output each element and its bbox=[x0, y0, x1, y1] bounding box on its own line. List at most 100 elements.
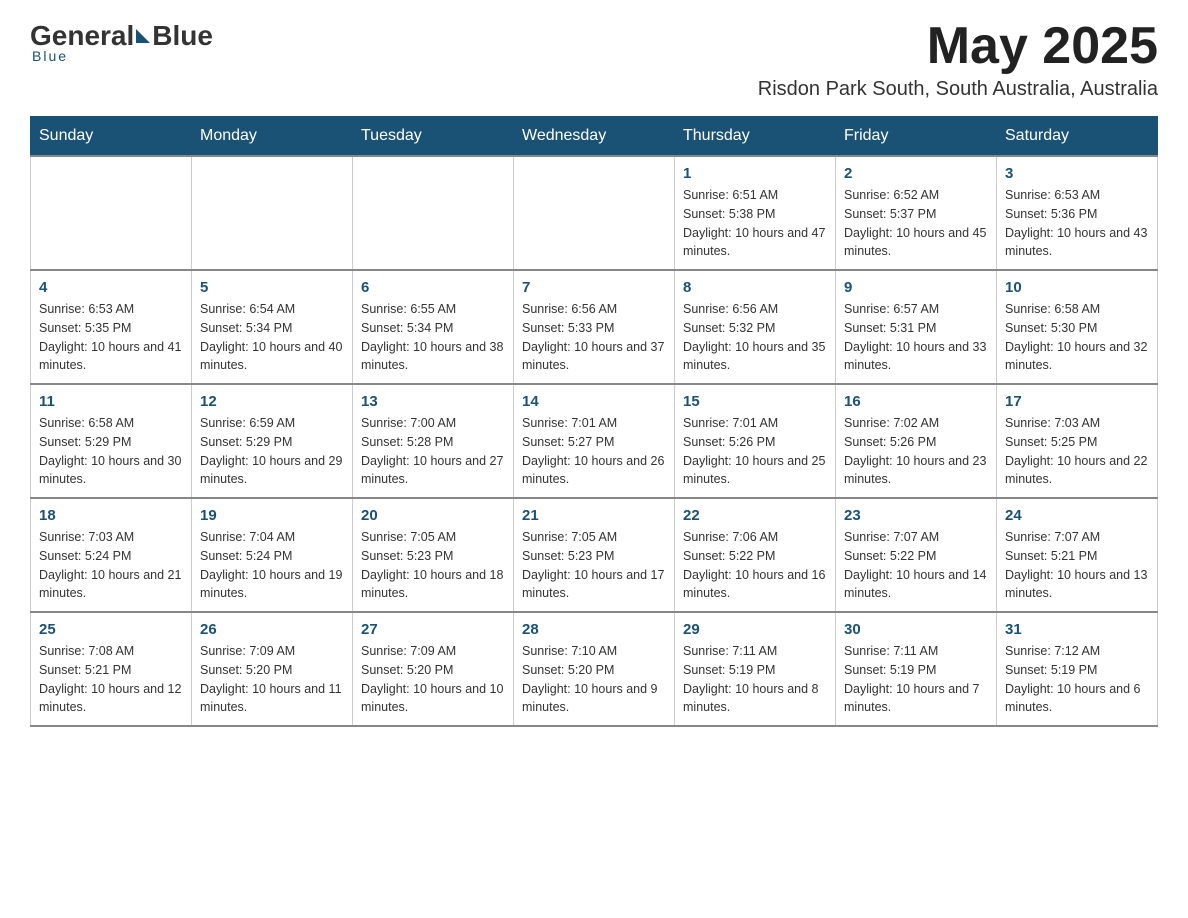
col-header-wednesday: Wednesday bbox=[514, 117, 675, 157]
day-info: Sunrise: 7:05 AMSunset: 5:23 PMDaylight:… bbox=[361, 528, 505, 603]
calendar-cell: 30 Sunrise: 7:11 AMSunset: 5:19 PMDayligh… bbox=[836, 612, 997, 726]
calendar-cell: 11 Sunrise: 6:58 AMSunset: 5:29 PMDayligh… bbox=[31, 384, 192, 498]
calendar-cell: 14 Sunrise: 7:01 AMSunset: 5:27 PMDayligh… bbox=[514, 384, 675, 498]
calendar-cell bbox=[31, 156, 192, 270]
logo-blue: Blue bbox=[152, 20, 213, 52]
day-info: Sunrise: 6:56 AMSunset: 5:32 PMDaylight:… bbox=[683, 300, 827, 375]
day-info: Sunrise: 7:09 AMSunset: 5:20 PMDaylight:… bbox=[361, 642, 505, 717]
calendar-table: SundayMondayTuesdayWednesdayThursdayFrid… bbox=[30, 116, 1158, 727]
day-number: 26 bbox=[200, 621, 344, 638]
calendar-cell: 10 Sunrise: 6:58 AMSunset: 5:30 PMDayligh… bbox=[997, 270, 1158, 384]
calendar-cell: 18Sunrise: 7:03 AMSunset: 5:24 PMDayligh… bbox=[31, 498, 192, 612]
day-number: 3 bbox=[1005, 165, 1149, 182]
day-number: 8 bbox=[683, 279, 827, 296]
col-header-tuesday: Tuesday bbox=[353, 117, 514, 157]
day-number: 16 bbox=[844, 393, 988, 410]
day-number: 6 bbox=[361, 279, 505, 296]
day-number: 22 bbox=[683, 507, 827, 524]
location: Risdon Park South, South Australia, Aust… bbox=[758, 78, 1158, 101]
day-info: Sunrise: 6:53 AMSunset: 5:36 PMDaylight:… bbox=[1005, 186, 1149, 261]
day-number: 11 bbox=[39, 393, 183, 410]
day-info: Sunrise: 6:51 AMSunset: 5:38 PMDaylight:… bbox=[683, 186, 827, 261]
calendar-cell: 22 Sunrise: 7:06 AMSunset: 5:22 PMDayligh… bbox=[675, 498, 836, 612]
day-number: 10 bbox=[1005, 279, 1149, 296]
day-number: 18 bbox=[39, 507, 183, 524]
calendar-cell: 26 Sunrise: 7:09 AMSunset: 5:20 PMDayligh… bbox=[192, 612, 353, 726]
day-info: Sunrise: 7:07 AMSunset: 5:22 PMDaylight:… bbox=[844, 528, 988, 603]
day-number: 29 bbox=[683, 621, 827, 638]
day-number: 19 bbox=[200, 507, 344, 524]
calendar-cell: 19 Sunrise: 7:04 AMSunset: 5:24 PMDayligh… bbox=[192, 498, 353, 612]
day-info: Sunrise: 7:01 AMSunset: 5:27 PMDaylight:… bbox=[522, 414, 666, 489]
calendar-cell: 5 Sunrise: 6:54 AMSunset: 5:34 PMDaylight… bbox=[192, 270, 353, 384]
day-info: Sunrise: 7:10 AMSunset: 5:20 PMDaylight:… bbox=[522, 642, 666, 717]
day-info: Sunrise: 7:07 AMSunset: 5:21 PMDaylight:… bbox=[1005, 528, 1149, 603]
day-number: 23 bbox=[844, 507, 988, 524]
calendar-cell: 25Sunrise: 7:08 AMSunset: 5:21 PMDayligh… bbox=[31, 612, 192, 726]
calendar-cell: 9Sunrise: 6:57 AMSunset: 5:31 PMDaylight… bbox=[836, 270, 997, 384]
day-number: 12 bbox=[200, 393, 344, 410]
day-number: 5 bbox=[200, 279, 344, 296]
calendar-cell: 29 Sunrise: 7:11 AMSunset: 5:19 PMDayligh… bbox=[675, 612, 836, 726]
day-info: Sunrise: 7:11 AMSunset: 5:19 PMDaylight:… bbox=[844, 642, 988, 717]
day-number: 7 bbox=[522, 279, 666, 296]
calendar-cell bbox=[192, 156, 353, 270]
day-number: 20 bbox=[361, 507, 505, 524]
calendar-cell: 12 Sunrise: 6:59 AMSunset: 5:29 PMDayligh… bbox=[192, 384, 353, 498]
day-info: Sunrise: 7:02 AMSunset: 5:26 PMDaylight:… bbox=[844, 414, 988, 489]
calendar-cell: 28 Sunrise: 7:10 AMSunset: 5:20 PMDayligh… bbox=[514, 612, 675, 726]
day-info: Sunrise: 6:52 AMSunset: 5:37 PMDaylight:… bbox=[844, 186, 988, 261]
day-info: Sunrise: 7:05 AMSunset: 5:23 PMDaylight:… bbox=[522, 528, 666, 603]
day-number: 1 bbox=[683, 165, 827, 182]
day-info: Sunrise: 6:59 AMSunset: 5:29 PMDaylight:… bbox=[200, 414, 344, 489]
day-number: 31 bbox=[1005, 621, 1149, 638]
col-header-thursday: Thursday bbox=[675, 117, 836, 157]
day-info: Sunrise: 7:01 AMSunset: 5:26 PMDaylight:… bbox=[683, 414, 827, 489]
calendar-cell: 13 Sunrise: 7:00 AMSunset: 5:28 PMDayligh… bbox=[353, 384, 514, 498]
day-info: Sunrise: 7:00 AMSunset: 5:28 PMDaylight:… bbox=[361, 414, 505, 489]
day-info: Sunrise: 7:09 AMSunset: 5:20 PMDaylight:… bbox=[200, 642, 344, 717]
day-number: 21 bbox=[522, 507, 666, 524]
day-number: 28 bbox=[522, 621, 666, 638]
day-info: Sunrise: 6:58 AMSunset: 5:29 PMDaylight:… bbox=[39, 414, 183, 489]
calendar-cell: 31 Sunrise: 7:12 AMSunset: 5:19 PMDayligh… bbox=[997, 612, 1158, 726]
day-number: 15 bbox=[683, 393, 827, 410]
col-header-friday: Friday bbox=[836, 117, 997, 157]
day-number: 17 bbox=[1005, 393, 1149, 410]
day-info: Sunrise: 7:11 AMSunset: 5:19 PMDaylight:… bbox=[683, 642, 827, 717]
day-number: 24 bbox=[1005, 507, 1149, 524]
day-info: Sunrise: 6:55 AMSunset: 5:34 PMDaylight:… bbox=[361, 300, 505, 375]
calendar-cell: 2 Sunrise: 6:52 AMSunset: 5:37 PMDaylight… bbox=[836, 156, 997, 270]
day-info: Sunrise: 7:12 AMSunset: 5:19 PMDaylight:… bbox=[1005, 642, 1149, 717]
calendar-cell: 4Sunrise: 6:53 AMSunset: 5:35 PMDaylight… bbox=[31, 270, 192, 384]
day-number: 14 bbox=[522, 393, 666, 410]
calendar-cell: 27 Sunrise: 7:09 AMSunset: 5:20 PMDayligh… bbox=[353, 612, 514, 726]
col-header-saturday: Saturday bbox=[997, 117, 1158, 157]
day-info: Sunrise: 7:03 AMSunset: 5:25 PMDaylight:… bbox=[1005, 414, 1149, 489]
day-info: Sunrise: 6:54 AMSunset: 5:34 PMDaylight:… bbox=[200, 300, 344, 375]
day-info: Sunrise: 6:53 AMSunset: 5:35 PMDaylight:… bbox=[39, 300, 183, 375]
day-info: Sunrise: 7:04 AMSunset: 5:24 PMDaylight:… bbox=[200, 528, 344, 603]
page-header: General Blue Blue May 2025 Risdon Park S… bbox=[30, 20, 1158, 101]
calendar-cell: 15 Sunrise: 7:01 AMSunset: 5:26 PMDayligh… bbox=[675, 384, 836, 498]
logo-underline: Blue bbox=[30, 48, 68, 64]
day-number: 25 bbox=[39, 621, 183, 638]
day-info: Sunrise: 7:06 AMSunset: 5:22 PMDaylight:… bbox=[683, 528, 827, 603]
calendar-cell: 6 Sunrise: 6:55 AMSunset: 5:34 PMDaylight… bbox=[353, 270, 514, 384]
calendar-cell: 17 Sunrise: 7:03 AMSunset: 5:25 PMDayligh… bbox=[997, 384, 1158, 498]
calendar-cell: 16 Sunrise: 7:02 AMSunset: 5:26 PMDayligh… bbox=[836, 384, 997, 498]
calendar-cell: 1 Sunrise: 6:51 AMSunset: 5:38 PMDaylight… bbox=[675, 156, 836, 270]
calendar-cell: 21 Sunrise: 7:05 AMSunset: 5:23 PMDayligh… bbox=[514, 498, 675, 612]
day-number: 2 bbox=[844, 165, 988, 182]
logo-triangle-icon bbox=[136, 29, 150, 43]
day-number: 13 bbox=[361, 393, 505, 410]
logo: General Blue Blue bbox=[30, 20, 213, 64]
title-section: May 2025 Risdon Park South, South Austra… bbox=[758, 20, 1158, 101]
calendar-cell: 23 Sunrise: 7:07 AMSunset: 5:22 PMDayligh… bbox=[836, 498, 997, 612]
calendar-cell bbox=[514, 156, 675, 270]
day-number: 30 bbox=[844, 621, 988, 638]
calendar-cell bbox=[353, 156, 514, 270]
day-number: 27 bbox=[361, 621, 505, 638]
day-info: Sunrise: 6:58 AMSunset: 5:30 PMDaylight:… bbox=[1005, 300, 1149, 375]
col-header-monday: Monday bbox=[192, 117, 353, 157]
